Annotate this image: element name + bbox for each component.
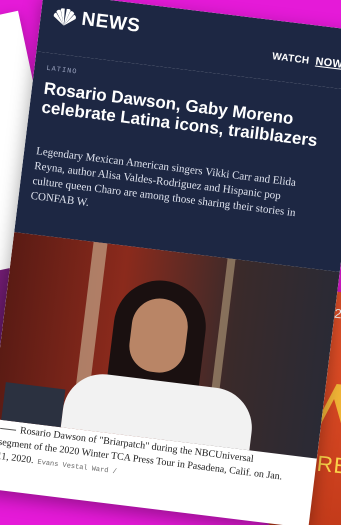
caption-dash: [0, 428, 17, 431]
article-dek: Legendary Mexican American singers Vikki…: [30, 145, 297, 220]
article-headline: Rosario Dawson, Gaby Moreno celebrate La…: [40, 78, 319, 151]
now-label: NOW: [314, 55, 341, 71]
watch-label: WATCH: [271, 51, 310, 67]
logo-text: NEWS: [80, 8, 142, 37]
article-phone-screen: NEWS WATCH NOW LATINO Rosario Dawson, Ga…: [0, 0, 341, 525]
screenshot-stage: g h 4:22 ‹ W TRE NEWS WATCH: [0, 0, 341, 525]
watch-now-link[interactable]: WATCH NOW: [272, 50, 341, 71]
nbc-news-logo[interactable]: NEWS: [51, 5, 141, 38]
photo-credit: Evans Vestal Ward /: [36, 458, 118, 477]
peacock-icon: [53, 8, 76, 26]
section-label[interactable]: LATINO: [46, 65, 78, 77]
article-hero-photo: [0, 232, 340, 459]
